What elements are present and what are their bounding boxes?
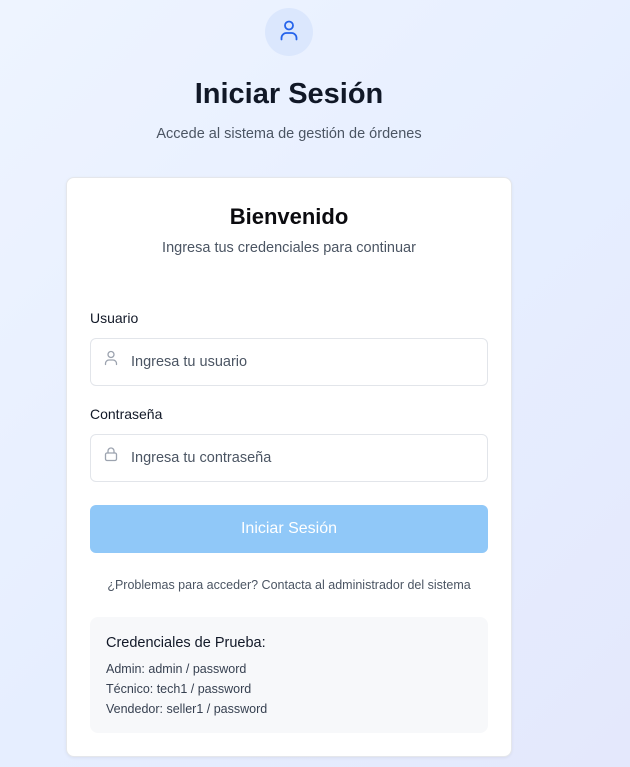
header-avatar bbox=[265, 8, 313, 56]
help-text: ¿Problemas para acceder? Contacta al adm… bbox=[107, 578, 471, 592]
test-credentials-title: Credenciales de Prueba: bbox=[106, 635, 266, 651]
card-subtitle: Ingresa tus credenciales para continuar bbox=[162, 240, 416, 256]
password-input[interactable] bbox=[131, 435, 481, 481]
password-label: Contraseña bbox=[90, 406, 163, 422]
username-input[interactable] bbox=[131, 339, 481, 385]
page-title: Iniciar Sesión bbox=[194, 78, 384, 110]
user-icon bbox=[279, 19, 299, 46]
test-credential-tech: Técnico: tech1 / password bbox=[106, 682, 252, 696]
username-label: Usuario bbox=[90, 310, 139, 326]
user-icon bbox=[103, 350, 119, 366]
test-credential-seller: Vendedor: seller1 / password bbox=[106, 702, 268, 716]
password-field[interactable] bbox=[90, 434, 488, 482]
page-subtitle: Accede al sistema de gestión de órdenes bbox=[156, 126, 422, 142]
test-credentials-box: Credenciales de Prueba: Admin: admin / p… bbox=[90, 617, 488, 733]
username-field[interactable] bbox=[90, 338, 488, 386]
card-title: Bienvenido bbox=[229, 204, 349, 229]
login-button[interactable]: Iniciar Sesión bbox=[90, 505, 488, 553]
test-credential-admin: Admin: admin / password bbox=[106, 662, 247, 676]
lock-icon bbox=[103, 446, 119, 462]
login-card: Bienvenido Ingresa tus credenciales para… bbox=[66, 177, 512, 757]
